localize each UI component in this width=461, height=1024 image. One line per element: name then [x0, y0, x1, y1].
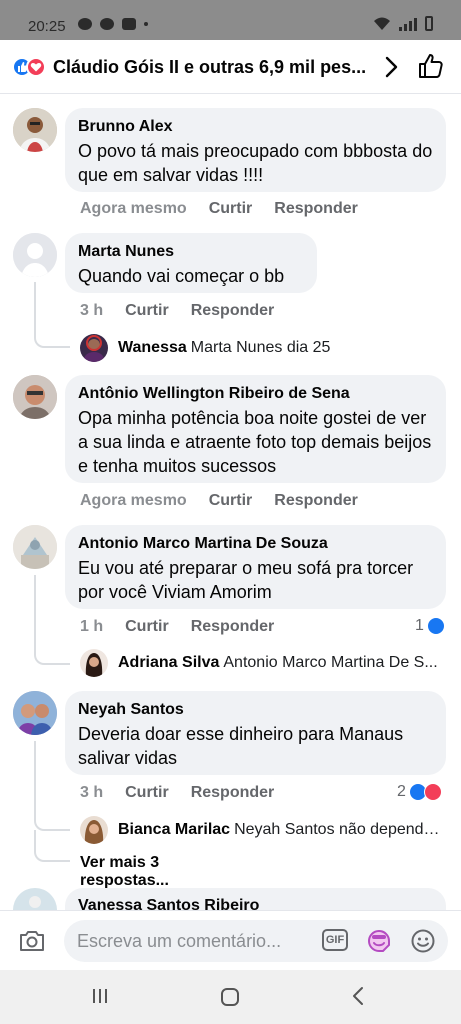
chevron-right-icon[interactable] — [382, 55, 402, 79]
love-icon — [26, 57, 46, 77]
comment-composer: Escreva um comentário... GIF — [0, 910, 461, 970]
comment-author[interactable]: Antônio Wellington Ribeiro de Sena — [78, 384, 433, 404]
reply-author[interactable]: Bianca Marilac — [118, 821, 230, 839]
reply-avatar — [80, 816, 108, 844]
reaction-icons — [12, 57, 48, 77]
comment-time[interactable]: Agora mesmo — [80, 200, 187, 218]
love-icon — [423, 783, 442, 801]
reply-thread-line — [34, 830, 70, 862]
reply-preview[interactable]: Bianca Marilac Neyah Santos não depende.… — [80, 816, 440, 844]
facebook-icon — [100, 18, 114, 30]
reply-text: Antonio Marco Martina De S... — [223, 654, 438, 671]
reaction-count[interactable]: 1 — [415, 617, 445, 635]
reply-button[interactable]: Responder — [274, 200, 358, 218]
status-time: 20:25 — [28, 18, 66, 35]
like-button[interactable]: Curtir — [125, 302, 169, 320]
reaction-count-value: 2 — [397, 783, 406, 800]
gif-button[interactable]: GIF — [322, 929, 348, 951]
reply-text: Neyah Santos não depende... — [234, 821, 440, 838]
comment-text: O povo tá mais preocupado com bbbosta do… — [78, 141, 433, 185]
avatar[interactable] — [13, 108, 57, 152]
reaction-count[interactable]: 2 — [397, 783, 442, 801]
comment-bubble[interactable]: Brunno Alex O povo tá mais preocupado co… — [65, 108, 446, 192]
comment-author[interactable]: Brunno Alex — [78, 117, 433, 137]
like-button[interactable]: Curtir — [125, 784, 169, 802]
status-bar: 20:25 — [0, 0, 461, 40]
like-button[interactable]: Curtir — [209, 492, 253, 510]
reply-thread-line — [34, 741, 70, 831]
comment-input[interactable]: Escreva um comentário... GIF — [64, 920, 448, 962]
comment-text: Eu vou até preparar o meu sofá pra torce… — [78, 558, 414, 602]
comment-actions: 1 h Curtir Responder — [80, 618, 274, 636]
like-button[interactable]: Curtir — [125, 618, 169, 636]
reaction-count-value: 1 — [415, 617, 424, 634]
home-icon[interactable] — [219, 986, 241, 1008]
reply-button[interactable]: Responder — [191, 302, 275, 320]
comment-author[interactable]: Vanessa Santos Ribeiro — [78, 896, 433, 910]
gif-label: GIF — [325, 934, 345, 946]
reactions-title[interactable]: Cláudio Góis II e outras 6,9 mil pes... — [53, 57, 373, 78]
reply-author[interactable]: Wanessa — [118, 339, 187, 357]
reply-text: Marta Nunes dia 25 — [190, 339, 331, 356]
comment-author[interactable]: Antonio Marco Martina De Souza — [78, 534, 433, 554]
reply-author[interactable]: Adriana Silva — [118, 654, 219, 672]
recent-apps-icon[interactable] — [90, 986, 110, 1006]
reply-thread-line — [34, 575, 70, 665]
reactions-header[interactable]: Cláudio Góis II e outras 6,9 mil pes... — [0, 40, 461, 94]
comment-author[interactable]: Neyah Santos — [78, 700, 433, 720]
comment-author[interactable]: Marta Nunes — [78, 242, 304, 262]
status-notification-icons — [78, 18, 148, 30]
comment-text: Quando vai começar o bb — [78, 266, 285, 286]
cloud-icon — [78, 18, 92, 30]
status-system-icons — [373, 16, 433, 31]
comment-bubble[interactable]: Marta Nunes Quando vai começar o bb — [65, 233, 317, 293]
sticker-icon[interactable] — [366, 928, 392, 954]
comment-time[interactable]: 3 h — [80, 302, 103, 320]
comment-text: Deveria doar esse dinheiro para Manaus s… — [78, 724, 404, 768]
comment-bubble[interactable]: Neyah Santos Deveria doar esse dinheiro … — [65, 691, 446, 775]
reply-avatar — [80, 649, 108, 677]
system-navigation-bar — [0, 970, 461, 1024]
reply-button[interactable]: Responder — [191, 784, 275, 802]
emoji-icon[interactable] — [410, 928, 436, 954]
comment-bubble[interactable]: Antônio Wellington Ribeiro de Sena Opa m… — [65, 375, 446, 483]
signal-icon — [399, 18, 417, 31]
comment-actions: Agora mesmo Curtir Responder — [80, 200, 358, 218]
reply-preview[interactable]: Wanessa Marta Nunes dia 25 — [80, 334, 440, 362]
avatar[interactable] — [13, 233, 57, 277]
reply-button[interactable]: Responder — [191, 618, 275, 636]
avatar[interactable] — [13, 691, 57, 735]
avatar[interactable] — [13, 888, 57, 910]
like-icon — [426, 617, 445, 635]
comment-bubble[interactable]: Vanessa Santos Ribeiro — [65, 888, 446, 910]
camera-icon[interactable] — [18, 928, 46, 954]
gallery-icon — [122, 18, 136, 30]
comment-actions: 3 h Curtir Responder — [80, 784, 274, 802]
thumbs-up-icon[interactable] — [417, 52, 445, 80]
comment-actions: Agora mesmo Curtir Responder — [80, 492, 358, 510]
comment-actions: 3 h Curtir Responder — [80, 302, 274, 320]
avatar[interactable] — [13, 375, 57, 419]
comment-bubble[interactable]: Antonio Marco Martina De Souza Eu vou at… — [65, 525, 446, 609]
battery-icon — [425, 16, 433, 31]
view-more-replies-link[interactable]: Ver mais 3 respostas... — [80, 854, 169, 890]
comment-time[interactable]: Agora mesmo — [80, 492, 187, 510]
comment-text: Opa minha potência boa noite gostei de v… — [78, 408, 432, 476]
comment-input-placeholder: Escreva um comentário... — [77, 931, 282, 951]
reply-button[interactable]: Responder — [274, 492, 358, 510]
avatar[interactable] — [13, 525, 57, 569]
dot-icon — [144, 22, 148, 26]
comment-time[interactable]: 3 h — [80, 784, 103, 802]
like-button[interactable]: Curtir — [209, 200, 253, 218]
back-icon[interactable] — [350, 986, 366, 1006]
reply-thread-line — [34, 282, 70, 348]
comment-time[interactable]: 1 h — [80, 618, 103, 636]
reply-avatar — [80, 334, 108, 362]
wifi-icon — [374, 17, 390, 30]
reply-preview[interactable]: Adriana Silva Antonio Marco Martina De S… — [80, 649, 440, 677]
